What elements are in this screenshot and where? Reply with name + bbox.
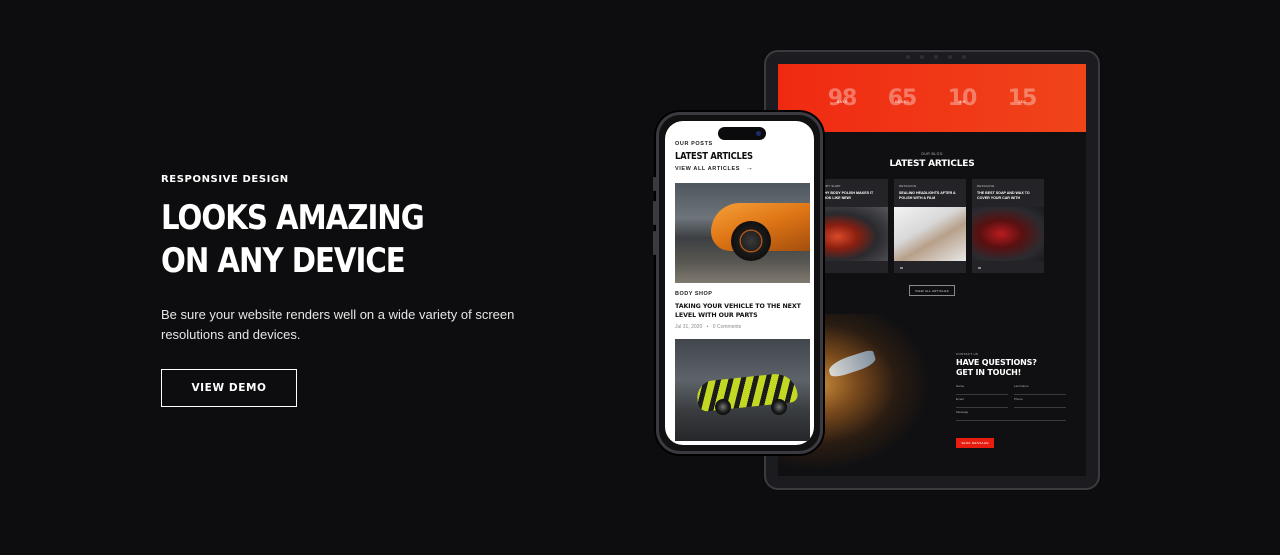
- tablet-article-cards: BODY SHOP WHY BODY POLISH MAKES IT LOOK …: [816, 179, 1086, 273]
- phone-notch: [718, 127, 766, 140]
- phone-side-button: [653, 231, 656, 255]
- phone-field[interactable]: Phone: [1014, 397, 1066, 408]
- orange-car-image[interactable]: [675, 183, 810, 283]
- countdown-minutes: 10 MIN: [947, 85, 978, 111]
- post-comments: 0 Comments: [712, 324, 742, 330]
- article-thumbnail: [972, 207, 1044, 261]
- post-date: Jul 31, 2020: [675, 324, 703, 330]
- countdown-seconds: 15 SEC: [1007, 85, 1038, 111]
- email-field[interactable]: Email: [956, 397, 1008, 408]
- phone-side-button: [653, 201, 656, 225]
- last-name-field[interactable]: Last Name: [1014, 384, 1066, 395]
- contact-eyebrow: CONTACT US: [956, 352, 979, 356]
- phone-eyebrow: OUR POSTS: [675, 141, 713, 147]
- phone-side-button: [653, 177, 656, 191]
- name-field[interactable]: Name: [956, 384, 1008, 395]
- tablet-view-all-button[interactable]: VIEW ALL ARTICLES: [909, 285, 955, 296]
- tablet-camera: [906, 55, 966, 59]
- tablet-screen: 98 DAYS 65 HOURS 10 MIN 15 SEC OUR BLOG …: [778, 64, 1086, 476]
- green-car-image[interactable]: [675, 339, 810, 441]
- article-thumbnail: [816, 207, 888, 261]
- view-demo-button[interactable]: VIEW DEMO: [161, 369, 297, 407]
- phone-title: LATEST ARTICLES: [675, 151, 753, 162]
- phone-view-all-link[interactable]: VIEW ALL ARTICLES →: [675, 165, 754, 172]
- post-title[interactable]: TAKING YOUR VEHICLE TO THE NEXT LEVEL WI…: [675, 302, 805, 320]
- countdown-days: 98 DAYS: [827, 85, 858, 111]
- arrow-right-icon: →: [746, 165, 754, 172]
- article-thumbnail: [894, 207, 966, 261]
- tablet-article-card[interactable]: DETAILING SEALING HEADLIGHTS AFTER A POL…: [894, 179, 966, 273]
- post-meta: Jul 31, 2020 • 0 Comments: [675, 324, 742, 330]
- contact-title: HAVE QUESTIONS? GET IN TOUCH!: [956, 358, 1037, 377]
- hero-eyebrow: RESPONSIVE DESIGN: [161, 174, 289, 185]
- countdown-hours: 65 HOURS: [887, 85, 918, 111]
- hero-description: Be sure your website renders well on a w…: [161, 307, 515, 342]
- send-message-button[interactable]: SEND MESSAGE: [956, 438, 994, 448]
- tablet-article-card[interactable]: BODY SHOP WHY BODY POLISH MAKES IT LOOK …: [816, 179, 888, 273]
- tablet-contact-section: CONTACT US HAVE QUESTIONS? GET IN TOUCH!…: [778, 314, 1086, 474]
- phone-screen: OUR POSTS LATEST ARTICLES VIEW ALL ARTIC…: [665, 121, 814, 445]
- headline-line-1: LOOKS AMAZING: [161, 198, 425, 238]
- phone-mockup: OUR POSTS LATEST ARTICLES VIEW ALL ARTIC…: [653, 112, 823, 454]
- tablet-section-title: LATEST ARTICLES: [889, 159, 975, 169]
- tablet-section-eyebrow: OUR BLOG: [921, 152, 943, 156]
- tablet-article-card[interactable]: DETAILING THE BEST SOAP AND WAX TO COVER…: [972, 179, 1044, 273]
- message-field[interactable]: Message: [956, 410, 1066, 421]
- headline-line-2: ON ANY DEVICE: [161, 241, 406, 281]
- hero-text-block: RESPONSIVE DESIGN LOOKS AMAZING ON ANY D…: [161, 174, 541, 407]
- post-category: BODY SHOP: [675, 291, 713, 297]
- hero-headline: LOOKS AMAZING ON ANY DEVICE: [161, 197, 488, 283]
- countdown-banner: 98 DAYS 65 HOURS 10 MIN 15 SEC: [778, 64, 1086, 132]
